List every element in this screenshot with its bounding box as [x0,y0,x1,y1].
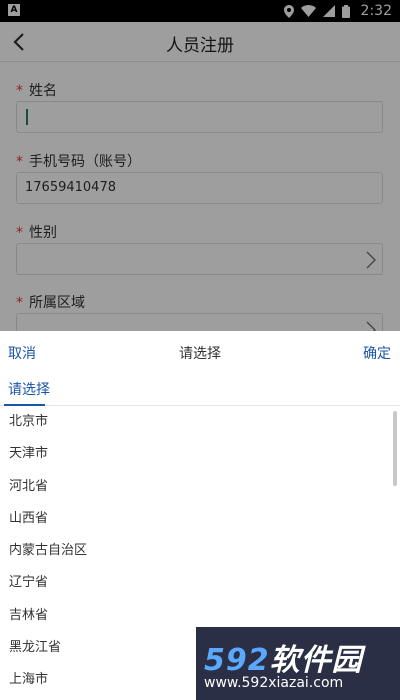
watermark-url: www.592xiazai.com [204,675,344,691]
list-item[interactable]: 内蒙古自治区 [0,535,400,567]
picker-title: 请选择 [179,346,221,362]
watermark-logo: 592软件园 www.592xiazai.com [196,627,400,700]
list-item[interactable]: 山西省 [0,503,400,535]
modal-overlay[interactable] [0,0,400,331]
list-item[interactable]: 天津市 [0,438,400,470]
list-item[interactable]: 河北省 [0,471,400,503]
picker-tabs: 请选择 [0,373,400,406]
list-scrollbar[interactable] [393,411,397,486]
list-item[interactable]: 辽宁省 [0,567,400,599]
list-item[interactable]: 北京市 [0,406,400,438]
tab-select[interactable]: 请选择 [8,379,50,405]
confirm-button[interactable]: 确定 [363,343,391,363]
picker-header: 取消 请选择 确定 [0,331,400,373]
watermark-brand: 592软件园 [204,643,363,678]
